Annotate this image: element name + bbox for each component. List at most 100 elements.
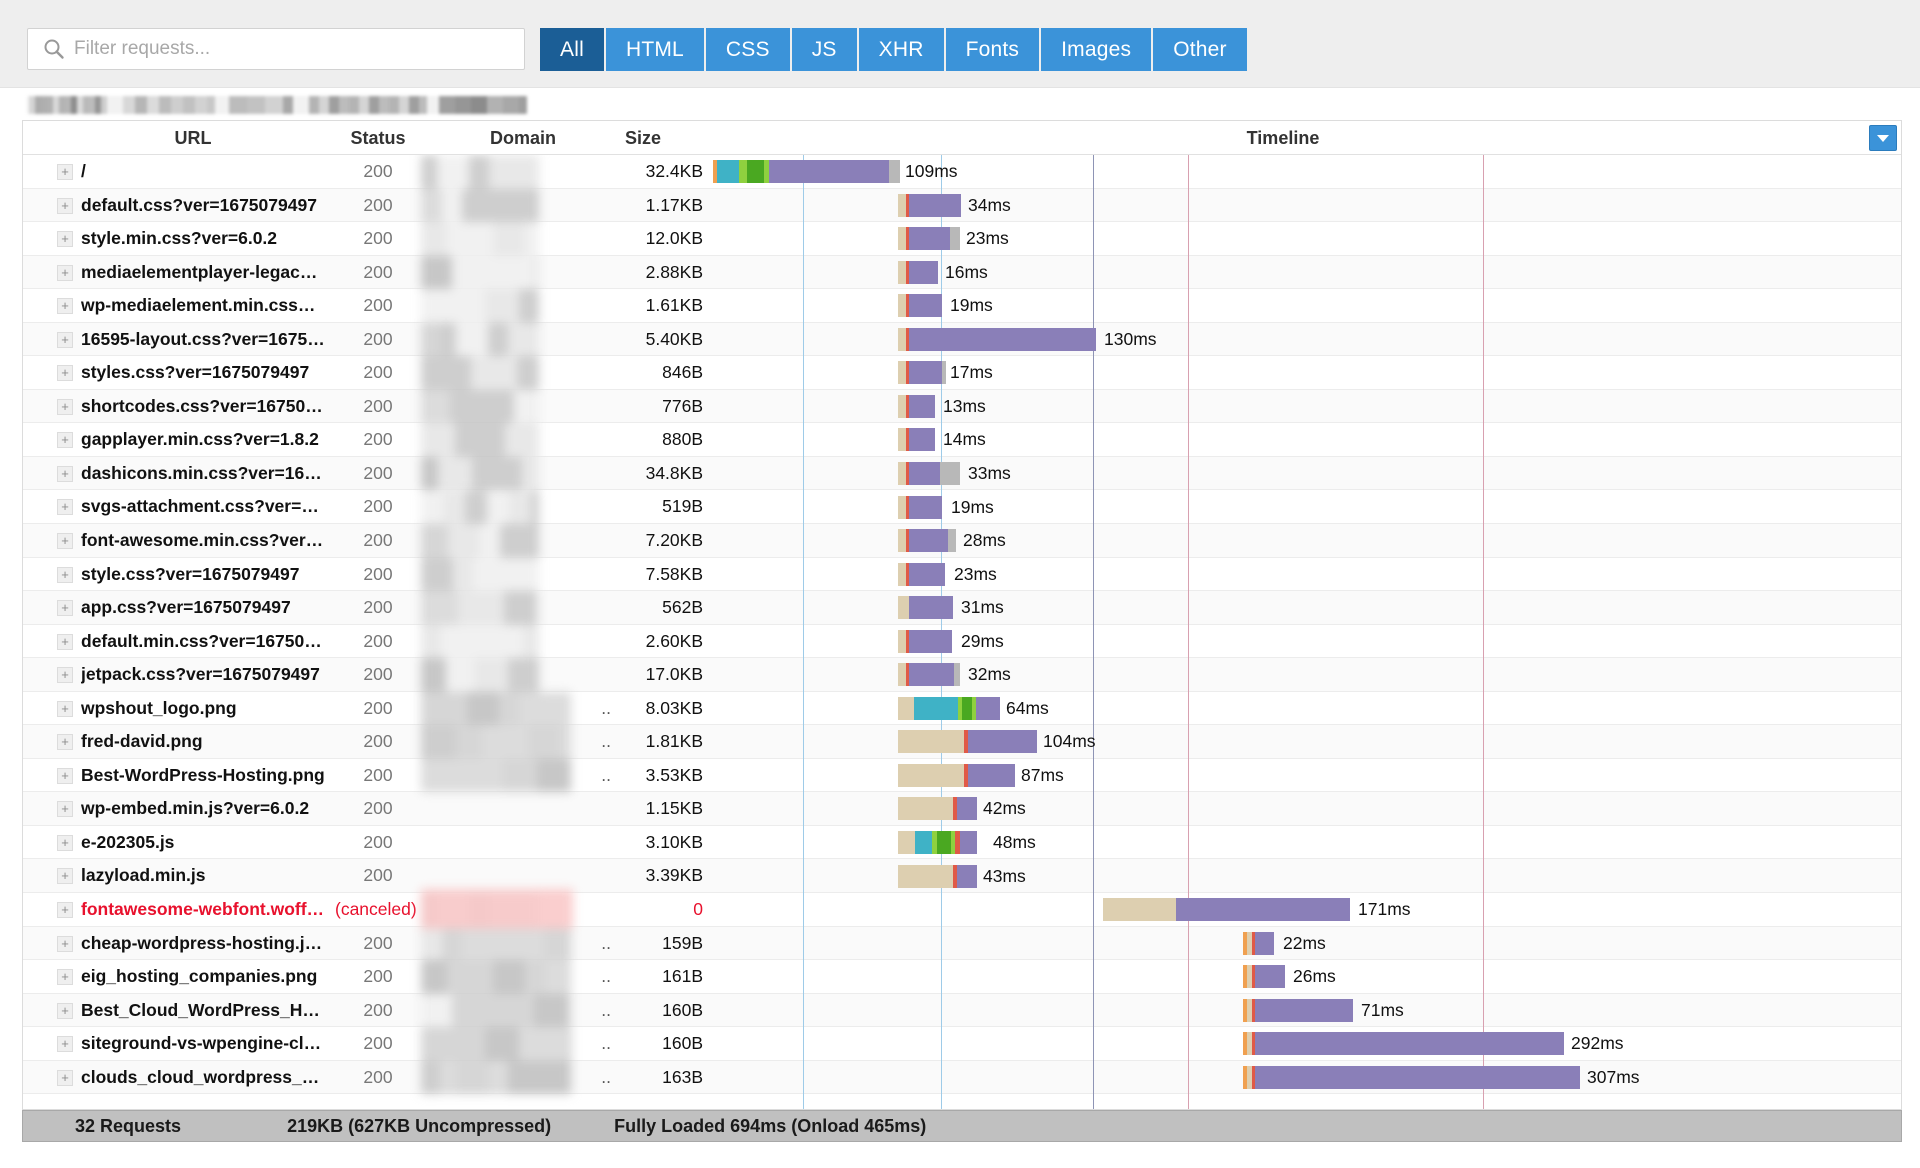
- waterfall-duration-label: 130ms: [1104, 328, 1157, 349]
- waterfall-segment-idle: [948, 529, 956, 553]
- waterfall-duration-label: 32ms: [968, 664, 1011, 685]
- waterfall-duration-label: 64ms: [1006, 697, 1049, 718]
- type-filter-xhr[interactable]: XHR: [858, 28, 944, 71]
- cell-url[interactable]: cheap-wordpress-hosting.j…: [81, 927, 322, 961]
- expand-row-icon[interactable]: +: [57, 533, 73, 550]
- waterfall-segment-download: [909, 428, 935, 452]
- type-filter-html[interactable]: HTML: [605, 28, 704, 71]
- cell-url[interactable]: wp-mediaelement.min.css…: [81, 289, 315, 323]
- expand-row-icon[interactable]: +: [57, 935, 73, 952]
- type-filter-other[interactable]: Other: [1153, 28, 1247, 71]
- cell-status: 200: [363, 597, 393, 618]
- cell-url[interactable]: wp-embed.min.js?ver=6.0.2: [81, 792, 309, 826]
- cell-url[interactable]: wpshout_logo.png: [81, 692, 237, 726]
- expand-row-icon[interactable]: +: [57, 734, 73, 751]
- expand-row-icon[interactable]: +: [57, 700, 73, 717]
- expand-row-icon[interactable]: +: [57, 499, 73, 516]
- expand-row-icon[interactable]: +: [57, 969, 73, 986]
- waterfall-bar: 171ms: [713, 893, 1901, 927]
- expand-row-icon[interactable]: +: [57, 231, 73, 248]
- expand-row-icon[interactable]: +: [57, 1069, 73, 1086]
- cell-url[interactable]: mediaelementplayer-legac…: [81, 256, 317, 290]
- expand-row-icon[interactable]: +: [57, 566, 73, 583]
- cell-url[interactable]: e-202305.js: [81, 826, 174, 860]
- expand-row-icon[interactable]: +: [57, 331, 73, 348]
- cell-url[interactable]: siteground-vs-wpengine-cl…: [81, 1027, 321, 1061]
- expand-row-icon[interactable]: +: [57, 600, 73, 617]
- cell-url[interactable]: default.min.css?ver=16750…: [81, 625, 322, 659]
- expand-row-icon[interactable]: +: [57, 801, 73, 818]
- type-filter-js[interactable]: JS: [791, 28, 857, 71]
- cell-size: 519B: [662, 496, 703, 517]
- expand-row-icon[interactable]: +: [57, 398, 73, 415]
- cell-url[interactable]: gapplayer.min.css?ver=1.8.2: [81, 423, 319, 457]
- network-waterfall-panel: AllHTMLCSSJSXHRFontsImagesOther URL Stat…: [0, 0, 1920, 1168]
- type-filter-css[interactable]: CSS: [705, 28, 790, 71]
- expand-row-icon[interactable]: +: [57, 767, 73, 784]
- waterfall-duration-label: 34ms: [968, 194, 1011, 215]
- waterfall-segment-blocked: [898, 864, 953, 888]
- cell-url[interactable]: fred-david.png: [81, 725, 203, 759]
- expand-row-icon[interactable]: +: [57, 197, 73, 214]
- expand-row-icon[interactable]: +: [57, 465, 73, 482]
- cell-url[interactable]: svgs-attachment.css?ver=…: [81, 490, 319, 524]
- cell-size: 1.15KB: [645, 798, 703, 819]
- cell-url[interactable]: lazyload.min.js: [81, 859, 205, 893]
- cell-url[interactable]: clouds_cloud_wordpress_…: [81, 1061, 319, 1095]
- cell-status: 200: [363, 932, 393, 953]
- cell-url[interactable]: fontawesome-webfont.woff…: [81, 893, 324, 927]
- cell-url[interactable]: style.css?ver=1675079497: [81, 558, 299, 592]
- cell-url[interactable]: dashicons.min.css?ver=16…: [81, 457, 322, 491]
- cell-url[interactable]: /: [81, 155, 86, 189]
- expand-row-icon[interactable]: +: [57, 667, 73, 684]
- status-requests-count: 32 Requests: [75, 1115, 182, 1136]
- expand-row-icon[interactable]: +: [57, 264, 73, 281]
- expand-row-icon[interactable]: +: [57, 868, 73, 885]
- cell-url[interactable]: Best-WordPress-Hosting.png: [81, 759, 325, 793]
- column-header-size[interactable]: Size: [583, 121, 703, 155]
- cell-url[interactable]: styles.css?ver=1675079497: [81, 356, 309, 390]
- expand-row-icon[interactable]: +: [57, 1002, 73, 1019]
- waterfall-segment-blocked: [898, 327, 906, 351]
- column-header-status[interactable]: Status: [323, 121, 433, 155]
- waterfall-bar: 48ms: [713, 826, 1901, 860]
- waterfall-segment-download: [909, 663, 954, 687]
- waterfall-bar: 13ms: [713, 390, 1901, 424]
- waterfall-duration-label: 14ms: [943, 429, 986, 450]
- expand-row-icon[interactable]: +: [57, 1036, 73, 1053]
- waterfall-segment-download: [909, 327, 1096, 351]
- type-filter-all[interactable]: All: [540, 28, 604, 71]
- waterfall-duration-label: 48ms: [993, 832, 1036, 852]
- waterfall-duration-label: 26ms: [1293, 966, 1336, 987]
- cell-url[interactable]: 16595-layout.css?ver=1675…: [81, 323, 325, 357]
- cell-url[interactable]: style.min.css?ver=6.0.2: [81, 222, 277, 256]
- chevron-down-icon: [1877, 134, 1889, 142]
- column-header-url[interactable]: URL: [53, 121, 333, 155]
- expand-row-icon[interactable]: +: [57, 432, 73, 449]
- column-options-button[interactable]: [1869, 125, 1897, 151]
- waterfall-segment-download: [957, 797, 977, 821]
- column-header-timeline[interactable]: Timeline: [713, 121, 1853, 155]
- cell-url[interactable]: Best_Cloud_WordPress_H…: [81, 994, 320, 1028]
- expand-row-icon[interactable]: +: [57, 633, 73, 650]
- cell-status: 200: [363, 764, 393, 785]
- cell-url[interactable]: font-awesome.min.css?ver…: [81, 524, 323, 558]
- cell-url[interactable]: eig_hosting_companies.png: [81, 960, 317, 994]
- filter-requests-box[interactable]: [27, 28, 525, 70]
- waterfall-segment-idle: [954, 663, 960, 687]
- waterfall-bar: 130ms: [713, 323, 1901, 357]
- expand-row-icon[interactable]: +: [57, 902, 73, 919]
- cell-url[interactable]: default.css?ver=1675079497: [81, 189, 317, 223]
- expand-row-icon[interactable]: +: [57, 164, 73, 180]
- waterfall-bar: 19ms: [713, 289, 1901, 323]
- type-filter-images[interactable]: Images: [1041, 28, 1152, 71]
- expand-row-icon[interactable]: +: [57, 365, 73, 382]
- search-input[interactable]: [74, 38, 494, 60]
- expand-row-icon[interactable]: +: [57, 834, 73, 851]
- expand-row-icon[interactable]: +: [57, 298, 73, 315]
- table-header-row: URL Status Domain Size Timeline: [23, 121, 1901, 155]
- cell-url[interactable]: app.css?ver=1675079497: [81, 591, 291, 625]
- cell-url[interactable]: shortcodes.css?ver=16750…: [81, 390, 323, 424]
- cell-url[interactable]: jetpack.css?ver=1675079497: [81, 658, 320, 692]
- type-filter-fonts[interactable]: Fonts: [945, 28, 1040, 71]
